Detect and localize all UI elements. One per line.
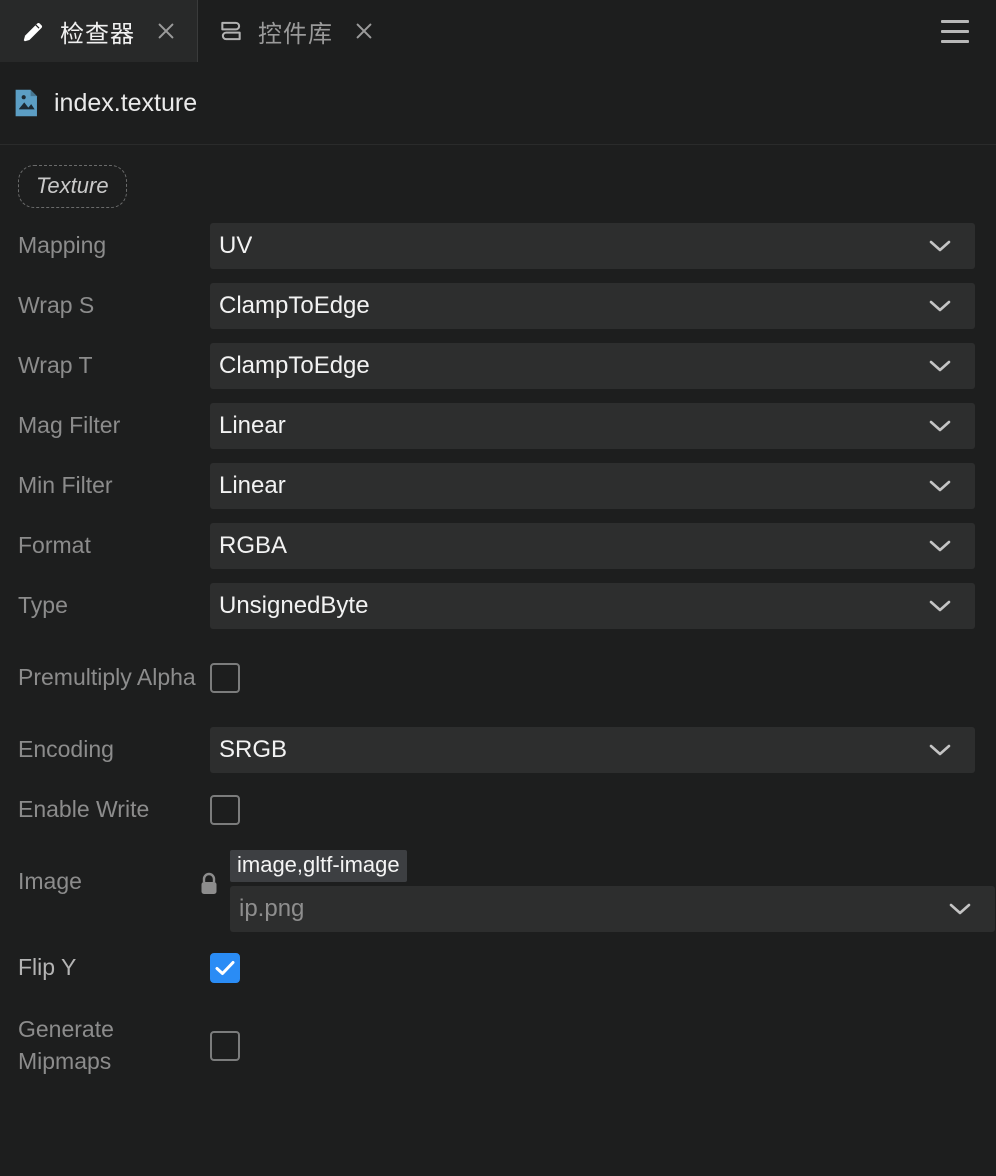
property-row-format: Format RGBA [0,516,996,576]
property-label: Encoding [18,736,114,763]
wrap-t-select[interactable]: ClampToEdge [210,343,975,389]
min-filter-select[interactable]: Linear [210,463,975,509]
select-value: Linear [219,412,286,439]
property-label: Wrap T [18,352,93,379]
select-value: RGBA [219,532,288,559]
property-row-wrap-s: Wrap S ClampToEdge [0,276,996,336]
property-row-encoding: Encoding SRGB [0,720,996,780]
property-label: Format [18,532,91,559]
enable-write-checkbox[interactable] [210,795,240,825]
section-badge-row: Texture [0,145,996,216]
pencil-icon [20,18,46,44]
select-value: Linear [219,472,286,499]
property-control [210,953,978,983]
select-value: ip.png [239,895,305,922]
inspector-body: Texture Mapping UV Wrap S ClampToEdge Wr… [0,145,996,1088]
property-label: Premultiply Alpha [18,664,196,691]
close-icon[interactable] [351,18,377,44]
chevron-down-icon [929,300,951,313]
wrap-s-select[interactable]: ClampToEdge [210,283,975,329]
tab-widget-library-label: 控件库 [258,20,333,48]
property-control [210,1031,978,1061]
property-label: Mag Filter [18,412,121,439]
property-control: Linear [210,403,978,449]
select-value: SRGB [219,736,288,763]
image-type-tag: image,gltf-image [230,850,407,883]
property-row-generate-mipmaps: Generate Mipmaps [0,1004,996,1088]
image-field-stack: image,gltf-image ip.png [230,840,995,932]
property-control [210,795,978,825]
chevron-down-icon [929,360,951,373]
encoding-select[interactable]: SRGB [210,727,975,773]
property-label: Generate Mipmaps [18,1016,114,1074]
property-label: Type [18,592,68,619]
close-icon[interactable] [153,18,179,44]
chevron-down-icon [929,744,951,757]
asset-name: index.texture [54,88,198,117]
chevron-down-icon [929,240,951,253]
property-control [210,663,978,693]
property-row-type: Type UnsignedByte [0,576,996,636]
property-label: Flip Y [18,954,77,981]
books-icon [218,18,244,44]
property-control: UnsignedByte [210,583,978,629]
property-label: Mapping [18,232,107,259]
property-control: ClampToEdge [210,343,978,389]
format-select[interactable]: RGBA [210,523,975,569]
property-control: SRGB [210,727,978,773]
property-label: Min Filter [18,472,113,499]
type-select[interactable]: UnsignedByte [210,583,975,629]
image-file-icon [12,88,40,118]
property-row-mag-filter: Mag Filter Linear [0,396,996,456]
chevron-down-icon [929,600,951,613]
tab-inspector-label: 检查器 [60,20,135,48]
tab-widget-library[interactable]: 控件库 [198,0,395,62]
property-label: Image [18,868,82,894]
chevron-down-icon [949,903,971,916]
property-label: Enable Write [18,796,150,823]
property-row-enable-write: Enable Write [0,780,996,840]
property-label: Wrap S [18,292,95,319]
property-row-wrap-t: Wrap T ClampToEdge [0,336,996,396]
flip-y-checkbox[interactable] [210,953,240,983]
chevron-down-icon [929,540,951,553]
select-value: UnsignedByte [219,592,369,619]
premultiply-alpha-checkbox[interactable] [210,663,240,693]
tab-bar: 检查器 控件库 [0,0,996,62]
chevron-down-icon [929,480,951,493]
property-row-mapping: Mapping UV [0,216,996,276]
generate-mipmaps-checkbox[interactable] [210,1031,240,1061]
property-control: Linear [210,463,978,509]
property-control: RGBA [210,523,978,569]
asset-header: index.texture [0,62,996,145]
select-value: ClampToEdge [219,352,370,379]
tab-inspector[interactable]: 检查器 [0,0,198,62]
property-control: UV [210,223,978,269]
property-row-image: Image image,gltf-image ip.png [0,840,996,932]
section-badge-texture: Texture [18,165,127,208]
property-row-premultiply-alpha: Premultiply Alpha [0,636,996,720]
mag-filter-select[interactable]: Linear [210,403,975,449]
select-value: ClampToEdge [219,292,370,319]
property-control: ClampToEdge [210,283,978,329]
lock-icon [198,871,220,897]
mapping-select[interactable]: UV [210,223,975,269]
property-row-min-filter: Min Filter Linear [0,456,996,516]
select-value: UV [219,232,253,259]
hamburger-menu-icon[interactable] [932,0,978,62]
property-row-flip-y: Flip Y [0,932,996,1004]
image-asset-select[interactable]: ip.png [230,886,995,932]
chevron-down-icon [929,420,951,433]
